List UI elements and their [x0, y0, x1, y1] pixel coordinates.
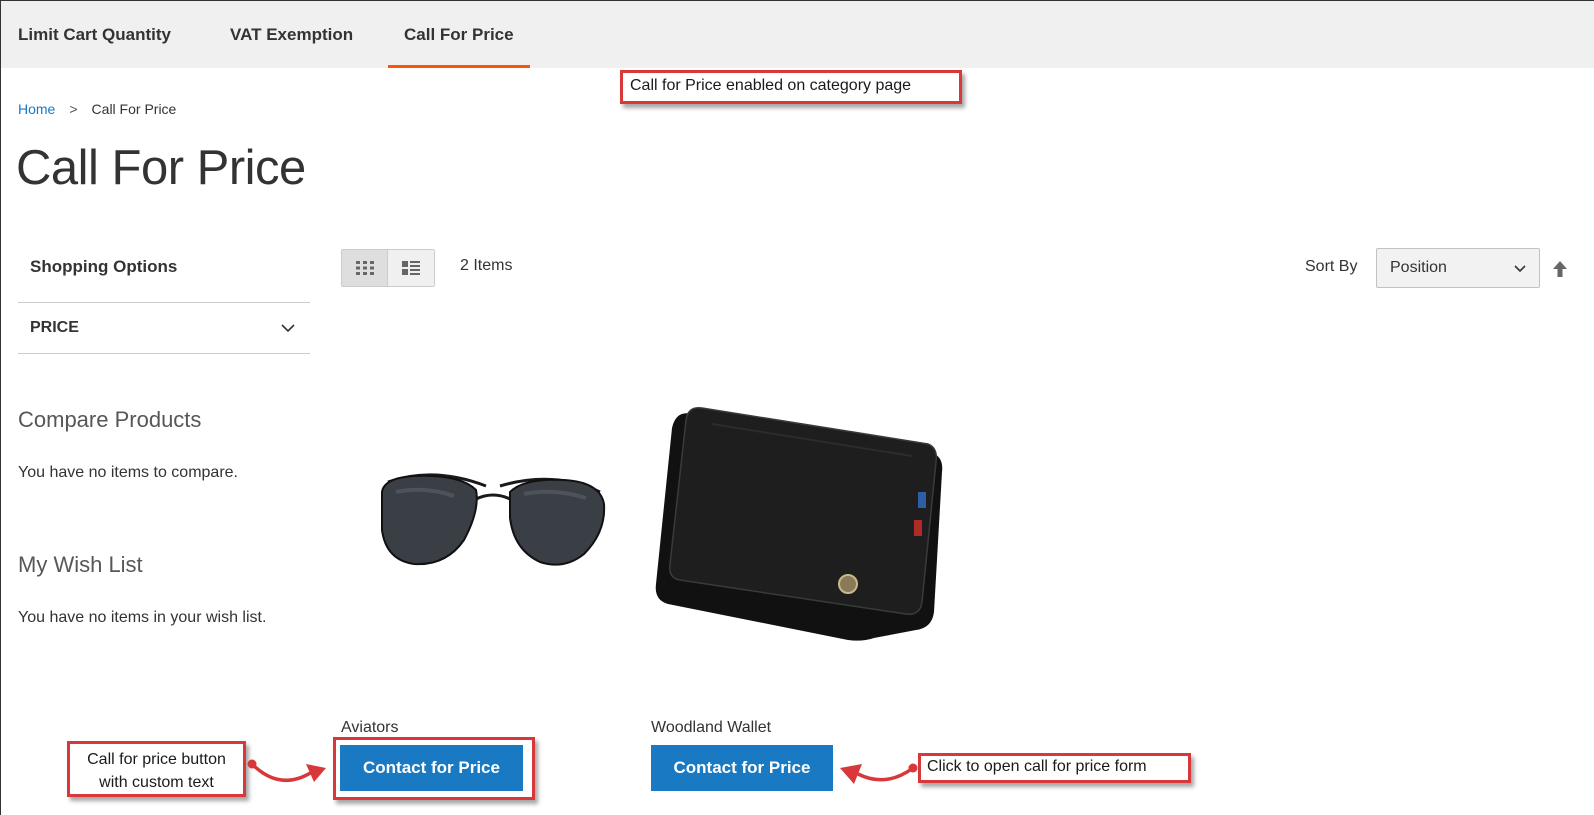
- list-view-button[interactable]: [388, 250, 434, 286]
- arrow-up-icon[interactable]: [1552, 260, 1568, 278]
- page-title: Call For Price: [16, 141, 306, 195]
- annotation-category-text: Call for Price enabled on category page: [630, 77, 912, 94]
- product-name-aviators[interactable]: Aviators: [341, 719, 399, 737]
- breadcrumb-home-link[interactable]: Home: [18, 101, 55, 117]
- grid-view-button[interactable]: [342, 250, 389, 286]
- price-filter[interactable]: PRICE: [18, 302, 310, 354]
- sort-by-select[interactable]: Position: [1376, 248, 1540, 288]
- chevron-down-icon: [1514, 265, 1526, 273]
- annotation-custom-text-line1: Call for price button: [87, 751, 226, 768]
- annotation-custom-text-line2: with custom text: [99, 774, 214, 791]
- annotation-open-form-text: Click to open call for price form: [927, 758, 1147, 775]
- nav-item-call-for-price[interactable]: Call For Price: [388, 1, 530, 68]
- annotation-button-highlight: [333, 737, 535, 800]
- chevron-down-icon: [281, 324, 295, 333]
- view-mode-switcher: [341, 249, 435, 287]
- breadcrumb-separator: >: [69, 101, 78, 117]
- top-nav: Limit Cart Quantity VAT Exemption Call F…: [1, 1, 1594, 68]
- wish-list-text: You have no items in your wish list.: [18, 609, 267, 626]
- sunglasses-image[interactable]: [374, 462, 612, 574]
- annotation-category-page: Call for Price enabled on category page: [620, 70, 962, 104]
- item-count: 2 Items: [460, 257, 513, 274]
- nav-item-limit-cart-quantity[interactable]: Limit Cart Quantity: [18, 1, 171, 68]
- annotation-arrow-left-icon: [840, 763, 918, 784]
- breadcrumb: Home > Call For Price: [18, 101, 176, 117]
- nav-item-vat-exemption[interactable]: VAT Exemption: [230, 1, 353, 68]
- wallet-image[interactable]: [652, 402, 948, 650]
- annotation-arrow-right-icon: [247, 759, 326, 783]
- compare-products-title: Compare Products: [18, 407, 202, 432]
- list-icon: [402, 261, 420, 275]
- compare-products-text: You have no items to compare.: [18, 464, 238, 481]
- sort-by-label: Sort By: [1305, 258, 1358, 275]
- contact-for-price-button-wallet[interactable]: Contact for Price: [651, 745, 833, 791]
- annotation-custom-text: Call for price button with custom text: [67, 741, 246, 797]
- breadcrumb-current: Call For Price: [91, 101, 177, 117]
- wish-list-title: My Wish List: [18, 552, 143, 577]
- annotation-open-form: Click to open call for price form: [918, 753, 1191, 783]
- product-name-woodland-wallet[interactable]: Woodland Wallet: [651, 719, 771, 737]
- sort-by-value: Position: [1390, 259, 1447, 276]
- shopping-options-title: Shopping Options: [30, 257, 178, 276]
- grid-icon: [355, 261, 374, 275]
- price-filter-label: PRICE: [30, 319, 79, 336]
